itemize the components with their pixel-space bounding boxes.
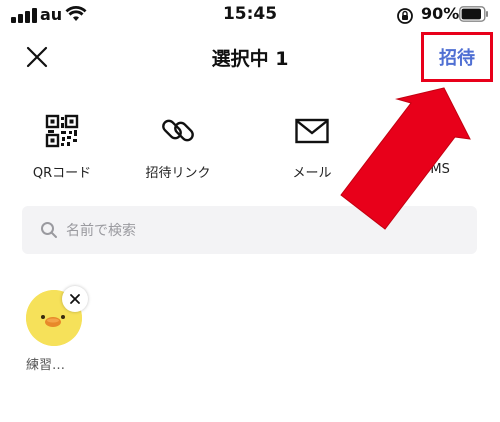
invite-button[interactable]: 招待	[421, 32, 493, 82]
share-invite-link-label: 招待リンク	[145, 166, 211, 181]
search-icon	[41, 222, 57, 238]
battery-icon	[459, 6, 488, 22]
share-options: QRコード 招待リンク メール SMS	[0, 110, 500, 186]
search-input[interactable]	[64, 206, 468, 256]
link-icon	[162, 119, 194, 142]
share-mail-label: メール	[292, 166, 332, 181]
share-qr-code[interactable]: QRコード	[12, 110, 112, 186]
close-icon	[70, 294, 80, 304]
invite-screen: au 15:45 90% 選択中 1 招待 QRコード 招待リンク メール SM…	[0, 0, 500, 422]
sms-icon	[420, 116, 452, 147]
share-sms[interactable]: SMS	[386, 110, 486, 186]
header: 選択中 1 招待	[0, 30, 500, 86]
remove-friend-button[interactable]	[62, 286, 88, 312]
qr-code-icon	[45, 114, 79, 148]
search-box	[22, 206, 477, 256]
rotation-lock-icon	[397, 8, 413, 24]
selected-friend[interactable]: 練習…	[26, 286, 106, 380]
battery-percent: 90%	[421, 4, 460, 23]
share-qr-code-label: QRコード	[32, 166, 92, 181]
status-bar: au 15:45 90%	[0, 0, 500, 30]
share-sms-label: SMS	[422, 162, 450, 177]
friend-name: 練習…	[26, 358, 66, 373]
mail-icon	[295, 118, 329, 144]
share-mail[interactable]: メール	[262, 110, 362, 186]
share-invite-link[interactable]: 招待リンク	[128, 110, 228, 186]
